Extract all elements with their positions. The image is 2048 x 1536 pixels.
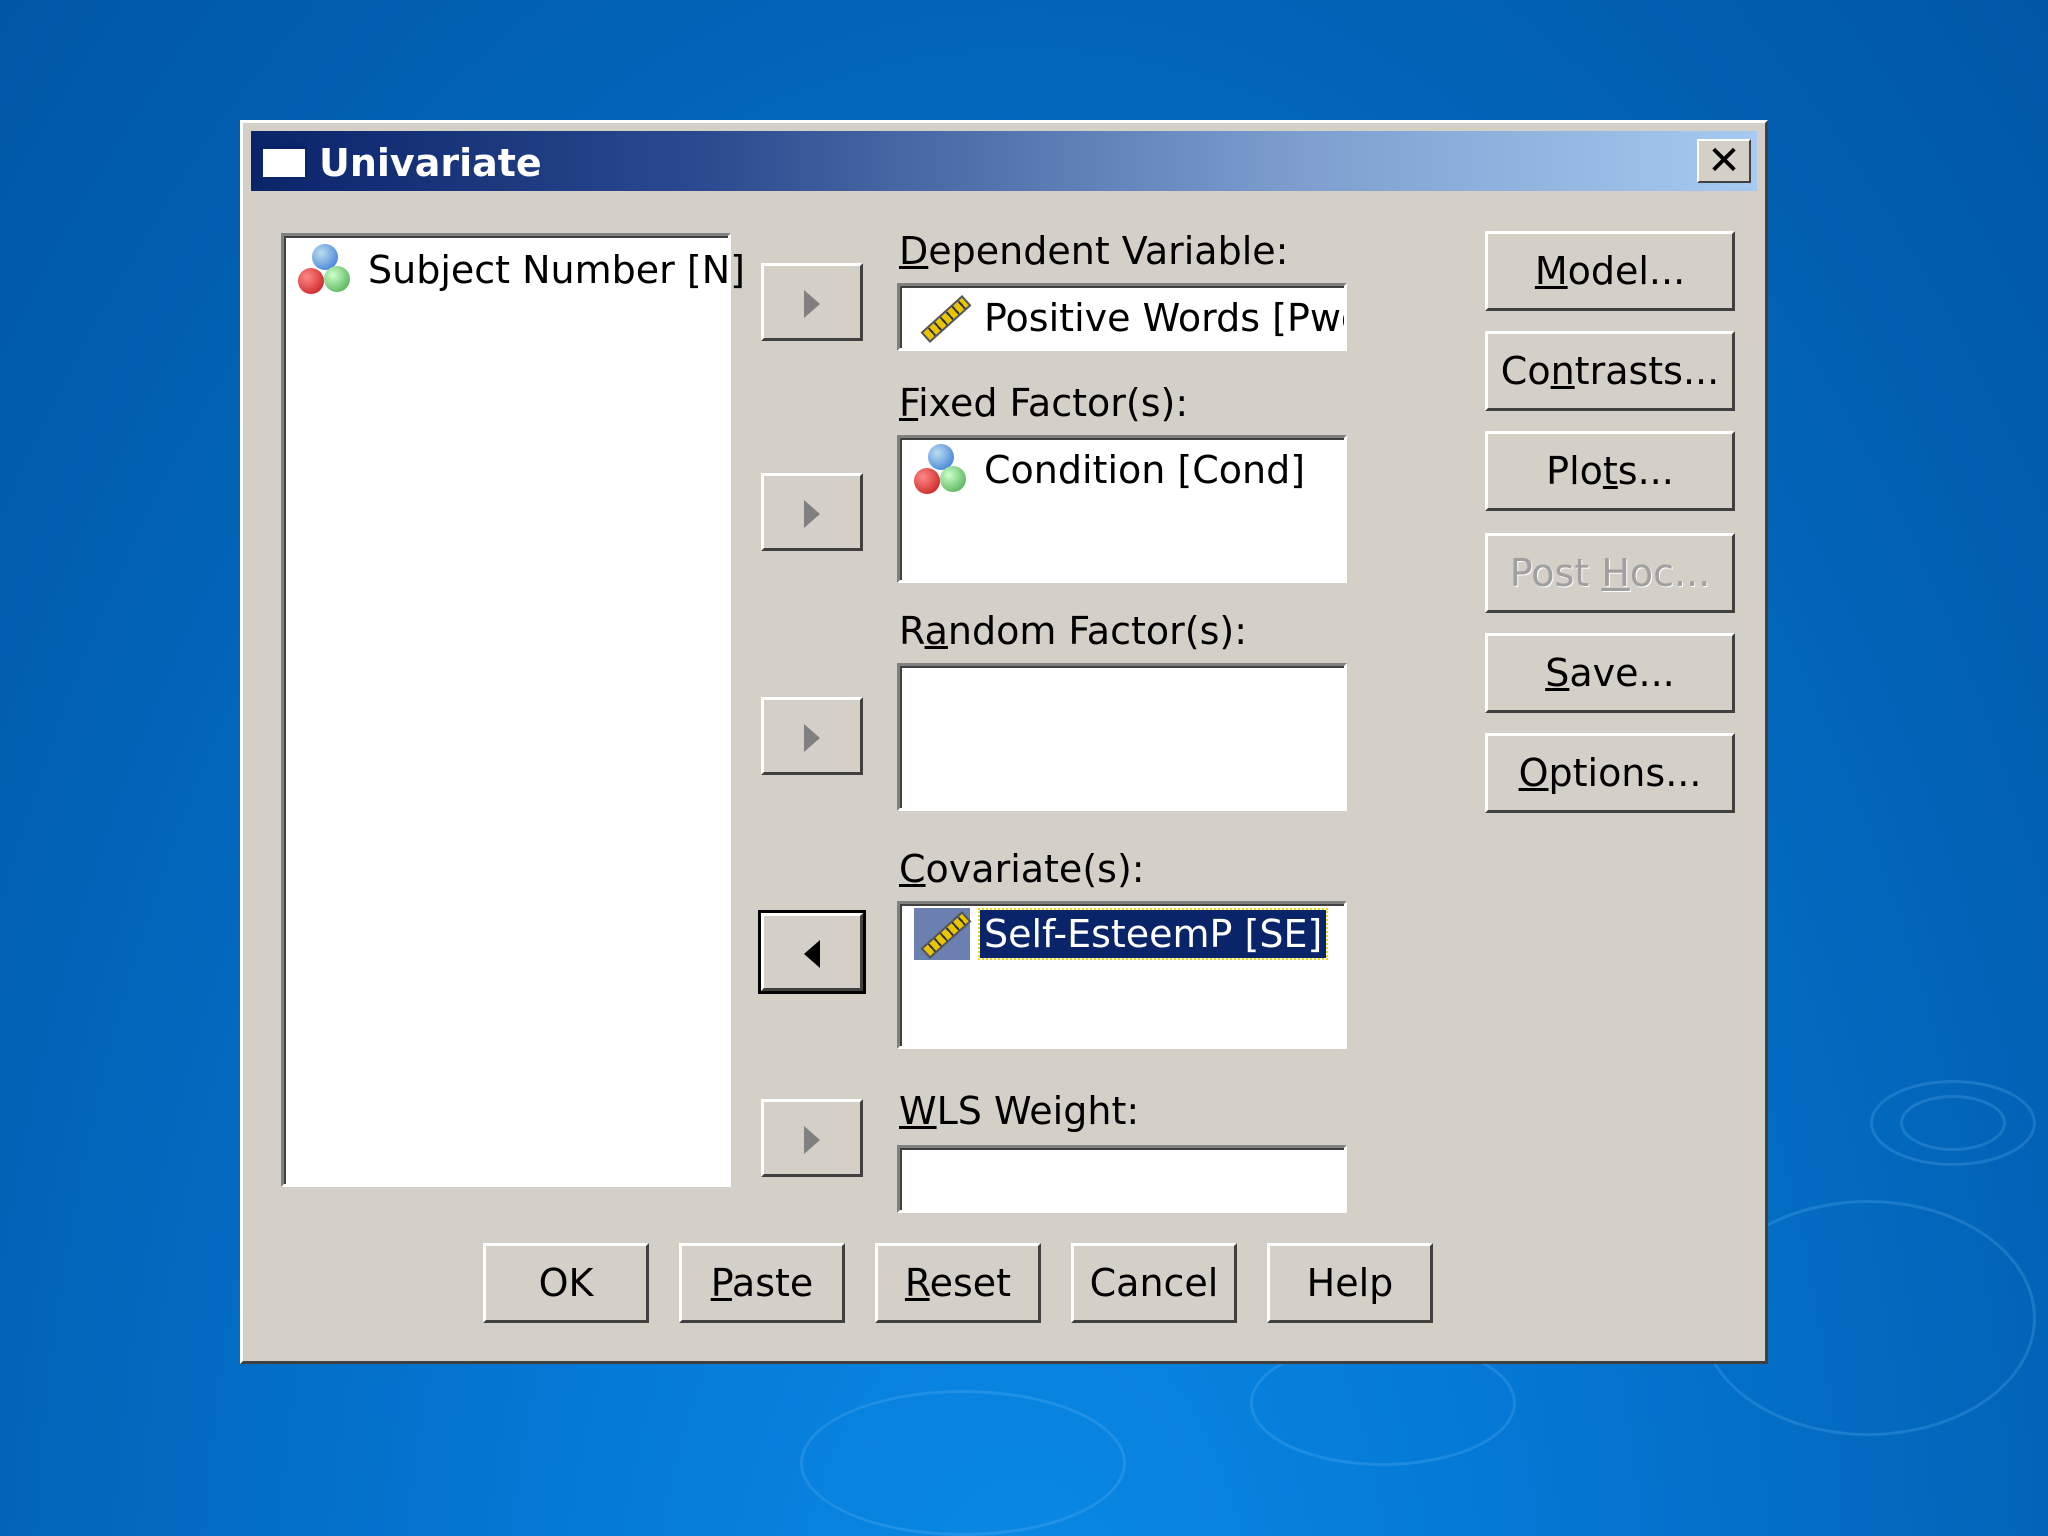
title-bar[interactable]: Univariate ✕ [251,131,1757,191]
wls-weight-label: WLS Weight: [899,1089,1140,1133]
source-variable-list[interactable]: Subject Number [N] [281,233,745,1187]
move-to-random-factor-button[interactable] [761,697,863,775]
model-button[interactable]: Model... [1485,231,1735,311]
dependent-variable-value: Positive Words [Pwords] [984,296,1344,340]
water-ripple [1900,1095,2006,1151]
cancel-button[interactable]: Cancel [1071,1243,1237,1323]
arrow-right-icon [804,500,820,528]
help-button[interactable]: Help [1267,1243,1433,1323]
move-to-wls-weight-button[interactable] [761,1099,863,1177]
covariates-list[interactable]: Self-EsteemP [SE] [897,901,1347,1049]
fixed-factors-list[interactable]: Condition [Cond] [897,435,1347,583]
scale-variable-icon [914,908,972,960]
move-to-fixed-factor-button[interactable] [761,473,863,551]
scale-variable-icon [914,292,972,344]
list-item[interactable]: Subject Number [N] [298,244,749,296]
list-item[interactable]: Self-EsteemP [SE] [914,908,1329,960]
list-item-label: Self-EsteemP [SE] [977,908,1329,960]
save-button[interactable]: Save... [1485,633,1735,713]
move-to-dependent-button[interactable] [761,263,863,341]
univariate-dialog: Univariate ✕ Subject Number [N] Dependen… [240,120,1768,1364]
close-button[interactable]: ✕ [1697,139,1751,183]
arrow-right-icon [804,724,820,752]
random-factors-list[interactable] [897,663,1347,811]
water-ripple [800,1390,1126,1536]
dependent-variable-label: Dependent Variable: [899,229,1289,273]
random-factors-label: Random Factor(s): [899,609,1247,653]
post-hoc-button[interactable]: Post Hoc... [1485,533,1735,613]
list-item-label: Subject Number [N] [368,248,745,292]
arrow-left-icon [804,940,820,968]
contrasts-button[interactable]: Contrasts... [1485,331,1735,411]
covariates-label: Covariate(s): [899,847,1145,891]
list-item-label: Condition [Cond] [984,448,1306,492]
dependent-variable-item[interactable]: Positive Words [Pwords] [914,292,1344,344]
arrow-right-icon [804,1126,820,1154]
dialog-title: Univariate [319,141,542,185]
ok-button[interactable]: OK [483,1243,649,1323]
dependent-variable-field[interactable]: Positive Words [Pwords] [897,283,1347,351]
plots-button[interactable]: Plots... [1485,431,1735,511]
options-button[interactable]: Options... [1485,733,1735,813]
fixed-factors-label: Fixed Factor(s): [899,381,1189,425]
nominal-variable-icon [914,444,970,496]
paste-button[interactable]: Paste [679,1243,845,1323]
wls-weight-field[interactable] [897,1145,1347,1213]
move-from-covariate-button[interactable] [758,910,866,994]
nominal-variable-icon [298,244,354,296]
window-icon [261,143,307,179]
reset-button[interactable]: Reset [875,1243,1041,1323]
list-item[interactable]: Condition [Cond] [914,444,1309,496]
arrow-right-icon [804,290,820,318]
desktop-background: Univariate ✕ Subject Number [N] Dependen… [0,0,2048,1536]
